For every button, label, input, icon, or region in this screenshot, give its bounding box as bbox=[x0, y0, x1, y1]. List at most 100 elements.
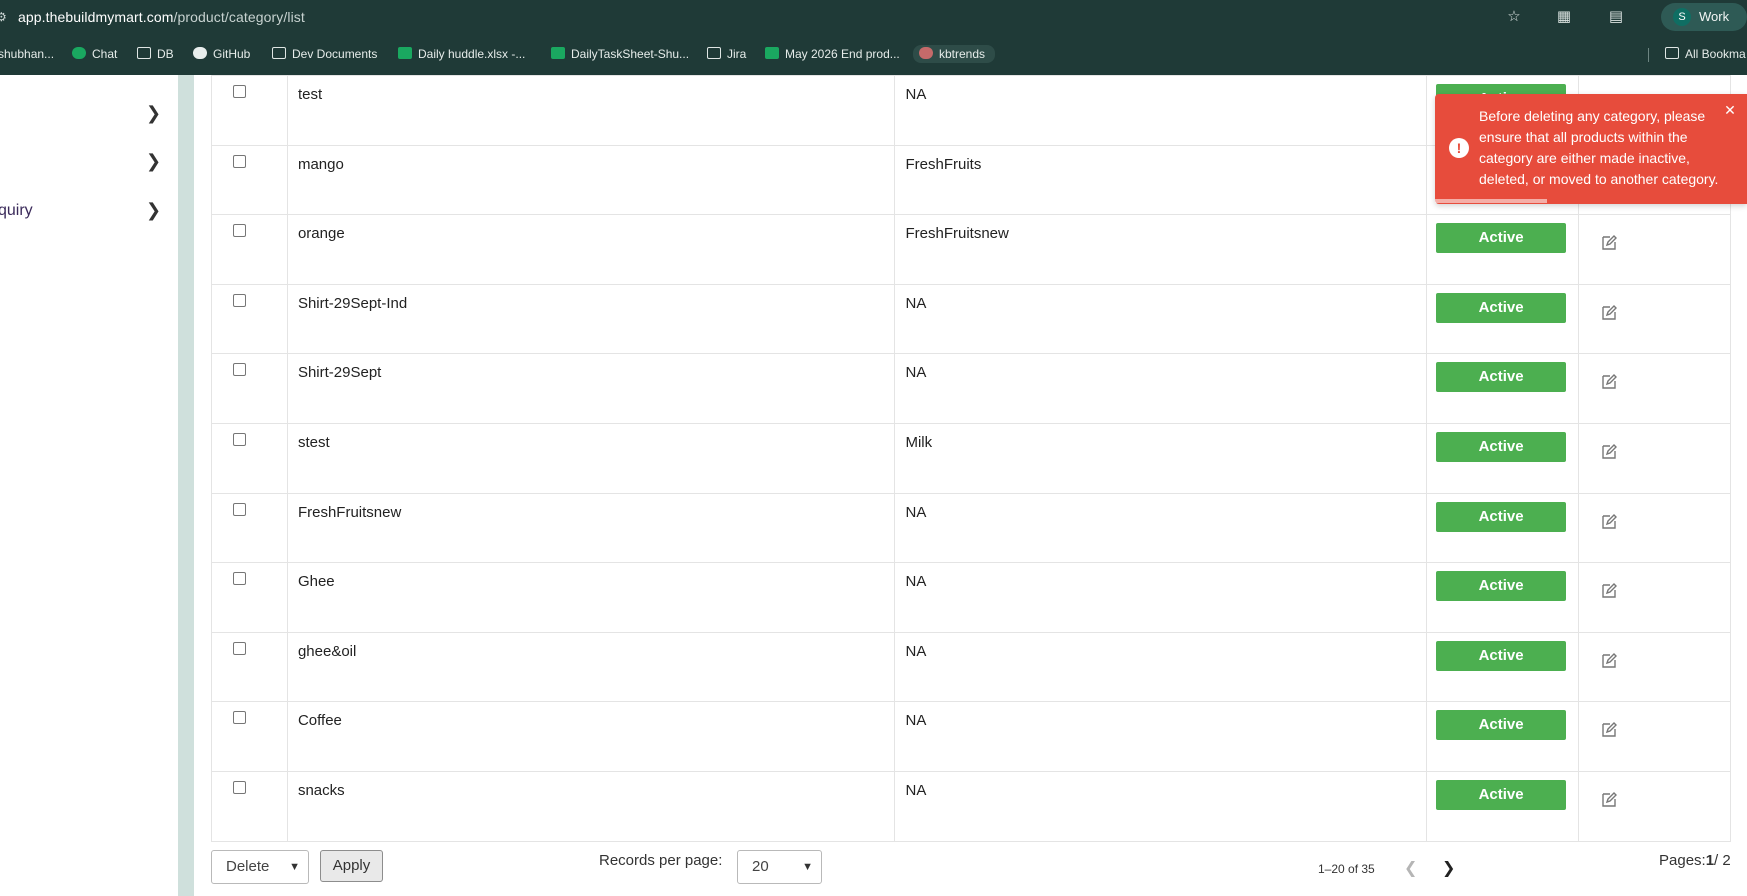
bookmark-label: Daily huddle.xlsx -... bbox=[418, 47, 526, 61]
bookmark-label: May 2026 End prod... bbox=[785, 47, 900, 61]
chat-icon bbox=[72, 47, 86, 59]
status-cell: Active bbox=[1426, 701, 1580, 772]
status-toggle-button[interactable]: Active bbox=[1436, 571, 1567, 602]
status-cell: Active bbox=[1426, 631, 1580, 703]
folder-icon bbox=[137, 47, 151, 59]
avatar: S bbox=[1673, 8, 1691, 26]
table-row: snacks NA Active bbox=[211, 770, 1731, 842]
extensions-icon[interactable]: ▦ bbox=[1555, 8, 1573, 26]
edit-icon[interactable] bbox=[1599, 442, 1619, 462]
bookmark-folder[interactable]: DB bbox=[137, 45, 174, 63]
folder-icon bbox=[272, 47, 286, 59]
bookmark-label: kbtrends bbox=[939, 47, 986, 61]
status-toggle-button[interactable]: Active bbox=[1436, 640, 1567, 671]
edit-icon[interactable] bbox=[1599, 790, 1619, 810]
table-row: ghee&oil NA Active bbox=[211, 631, 1731, 703]
status-cell: Active bbox=[1426, 214, 1580, 285]
edit-icon[interactable] bbox=[1599, 233, 1619, 253]
row-checkbox[interactable] bbox=[233, 154, 246, 168]
row-select-cell bbox=[211, 562, 288, 633]
parent-category: NA bbox=[894, 75, 1428, 146]
status-cell: Active bbox=[1426, 422, 1580, 494]
category-name: stest bbox=[286, 422, 896, 494]
row-select-cell bbox=[211, 214, 288, 285]
actions-cell bbox=[1578, 283, 1731, 355]
sidebar-scroll-edge bbox=[178, 75, 194, 896]
status-toggle-button[interactable]: Active bbox=[1436, 710, 1567, 741]
row-checkbox[interactable] bbox=[233, 363, 246, 377]
edit-icon[interactable] bbox=[1599, 512, 1619, 532]
row-checkbox[interactable] bbox=[233, 293, 246, 307]
row-select-cell bbox=[211, 701, 288, 772]
star-icon[interactable]: ☆ bbox=[1505, 8, 1523, 26]
chevron-right-icon: ❯ bbox=[146, 200, 162, 220]
table-row: orange FreshFruitsnew Active bbox=[211, 214, 1731, 285]
edit-icon[interactable] bbox=[1599, 372, 1619, 392]
status-cell: Active bbox=[1426, 283, 1580, 355]
category-name: Coffee bbox=[286, 701, 896, 772]
status-toggle-button[interactable]: Active bbox=[1436, 292, 1567, 323]
sidebar-item[interactable]: ❯ bbox=[0, 143, 178, 183]
chevron-down-icon: ▼ bbox=[289, 861, 300, 873]
chevron-right-icon[interactable]: ❯ bbox=[1442, 861, 1458, 877]
bulk-action-select[interactable]: Delete ▼ bbox=[211, 850, 309, 884]
actions-cell bbox=[1578, 631, 1731, 703]
apply-button[interactable]: Apply bbox=[320, 850, 383, 882]
browser-chrome: ⚙ app.thebuildmymart.com/product/categor… bbox=[0, 0, 1747, 75]
bookmark-item[interactable]: DailyTaskSheet-Shu... bbox=[551, 45, 689, 63]
row-checkbox[interactable] bbox=[233, 572, 246, 586]
url-host: app.thebuildmymart.com bbox=[18, 9, 174, 25]
site-info-icon[interactable]: ⚙ bbox=[0, 10, 7, 24]
url-text[interactable]: app.thebuildmymart.com/product/category/… bbox=[18, 9, 305, 25]
status-toggle-button[interactable]: Active bbox=[1436, 223, 1567, 254]
row-checkbox[interactable] bbox=[233, 224, 246, 238]
edit-icon[interactable] bbox=[1599, 720, 1619, 740]
status-toggle-button[interactable]: Active bbox=[1436, 362, 1567, 393]
chevron-down-icon: ▼ bbox=[802, 861, 813, 873]
close-icon[interactable]: ✕ bbox=[1723, 103, 1737, 117]
edit-icon[interactable] bbox=[1599, 581, 1619, 601]
row-checkbox[interactable] bbox=[233, 432, 246, 446]
tab-search-icon[interactable]: ▤ bbox=[1607, 8, 1625, 26]
status-cell: Active bbox=[1426, 492, 1580, 564]
bookmark-folder[interactable]: Jira bbox=[707, 45, 746, 63]
bookmark-item[interactable]: GitHub bbox=[193, 45, 250, 63]
parent-category: NA bbox=[894, 631, 1428, 703]
parent-category: FreshFruits bbox=[894, 144, 1428, 216]
current-page: 1 bbox=[1705, 852, 1715, 869]
all-bookmarks-folder[interactable]: All Bookma bbox=[1665, 45, 1746, 63]
bookmark-item[interactable]: May 2026 End prod... bbox=[765, 45, 900, 63]
actions-cell bbox=[1578, 562, 1731, 633]
address-bar[interactable]: ⚙ app.thebuildmymart.com/product/categor… bbox=[0, 0, 1747, 34]
bookmark-label: shubhan... bbox=[0, 47, 55, 61]
bookmark-item[interactable]: Chat bbox=[72, 45, 117, 63]
row-select-cell bbox=[211, 770, 288, 842]
row-checkbox[interactable] bbox=[233, 641, 246, 655]
bookmark-item[interactable]: shubhan... bbox=[0, 45, 54, 63]
bookmark-item[interactable]: kbtrends bbox=[913, 45, 996, 63]
status-toggle-button[interactable]: Active bbox=[1436, 779, 1567, 810]
chevron-left-icon[interactable]: ❮ bbox=[1404, 861, 1420, 877]
bookmark-item[interactable]: Daily huddle.xlsx -... bbox=[398, 45, 525, 63]
row-checkbox[interactable] bbox=[233, 780, 246, 794]
table-row: Shirt-29Sept NA Active bbox=[211, 353, 1731, 424]
profile-button[interactable]: S Work bbox=[1661, 3, 1747, 31]
chevron-right-icon: ❯ bbox=[146, 103, 162, 123]
edit-icon[interactable] bbox=[1599, 651, 1619, 671]
category-name: Shirt-29Sept-Ind bbox=[286, 283, 896, 355]
status-cell: Active bbox=[1426, 353, 1580, 424]
status-toggle-button[interactable]: Active bbox=[1436, 431, 1567, 462]
parent-category: NA bbox=[894, 492, 1428, 564]
bookmark-folder[interactable]: Dev Documents bbox=[272, 45, 377, 63]
row-checkbox[interactable] bbox=[233, 502, 246, 516]
row-checkbox[interactable] bbox=[233, 85, 246, 98]
parent-category: NA bbox=[894, 353, 1428, 424]
actions-cell bbox=[1578, 422, 1731, 494]
edit-icon[interactable] bbox=[1599, 303, 1619, 323]
sidebar-item[interactable]: ❯ bbox=[0, 95, 178, 135]
status-toggle-button[interactable]: Active bbox=[1436, 501, 1567, 532]
row-checkbox[interactable] bbox=[233, 711, 246, 725]
sidebar-item-enquiry[interactable]: quiry ❯ bbox=[0, 192, 178, 232]
records-per-page-select[interactable]: 20 ▼ bbox=[737, 850, 822, 884]
actions-cell bbox=[1578, 701, 1731, 772]
